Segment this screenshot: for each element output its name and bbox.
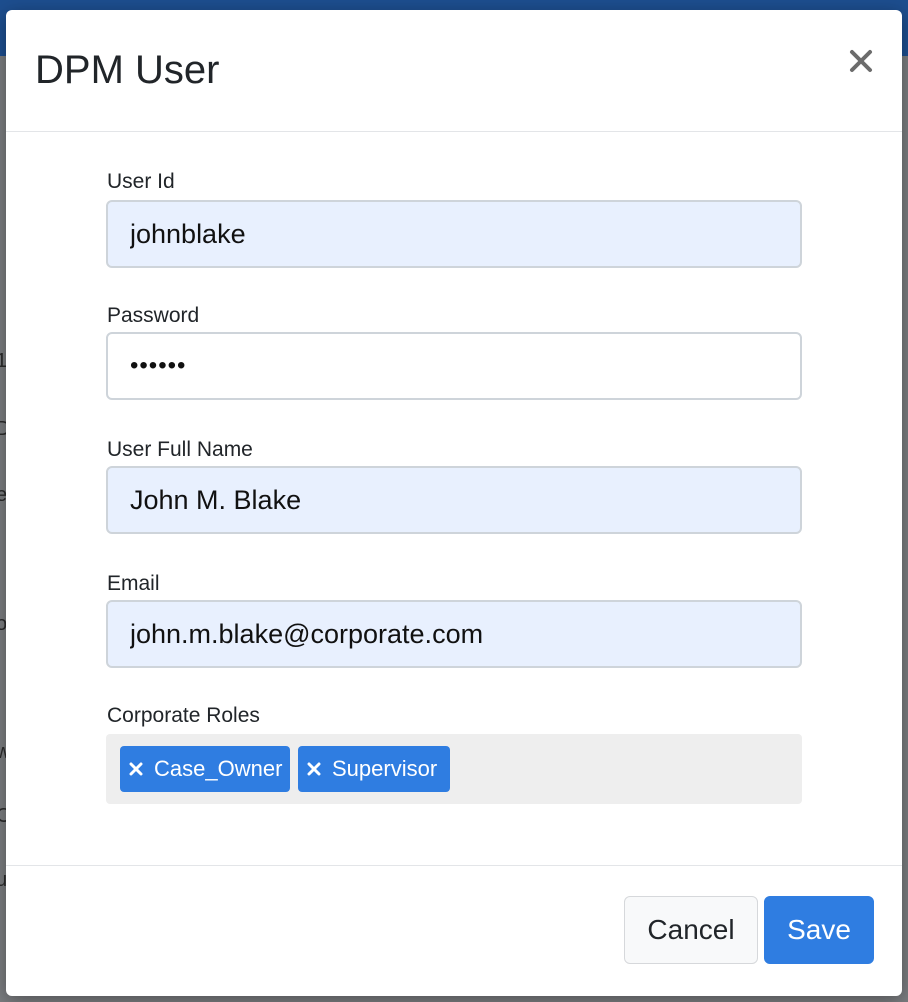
modal-title: DPM User — [35, 48, 220, 92]
password-input[interactable] — [106, 332, 802, 400]
modal-body: User Id Password User Full Name Email Co… — [6, 132, 902, 865]
remove-chip-icon[interactable] — [128, 761, 144, 777]
dpm-user-dialog: DPM User User Id Password User Full Name… — [6, 10, 902, 996]
email-input[interactable] — [106, 600, 802, 668]
modal-header: DPM User — [6, 10, 902, 132]
password-label: Password — [107, 304, 200, 327]
corporate-roles-label: Corporate Roles — [107, 704, 260, 727]
cancel-button[interactable]: Cancel — [624, 896, 758, 964]
user-id-input[interactable] — [106, 200, 802, 268]
role-chip-label: Supervisor — [332, 756, 438, 781]
full-name-label: User Full Name — [107, 438, 253, 461]
save-button[interactable]: Save — [764, 896, 874, 964]
close-icon — [850, 50, 872, 72]
remove-chip-icon[interactable] — [306, 761, 322, 777]
background-row-text: I — [0, 548, 2, 571]
close-button[interactable] — [844, 44, 878, 78]
email-label: Email — [107, 572, 160, 595]
role-chip-label: Case_Owner — [154, 756, 283, 781]
role-chip-case-owner: Case_Owner — [120, 746, 290, 792]
role-chip-supervisor: Supervisor — [298, 746, 450, 792]
corporate-roles-select[interactable]: Case_Owner Supervisor — [106, 734, 802, 804]
full-name-input[interactable] — [106, 466, 802, 534]
user-id-label: User Id — [107, 170, 175, 193]
modal-footer: Cancel Save — [6, 865, 902, 996]
